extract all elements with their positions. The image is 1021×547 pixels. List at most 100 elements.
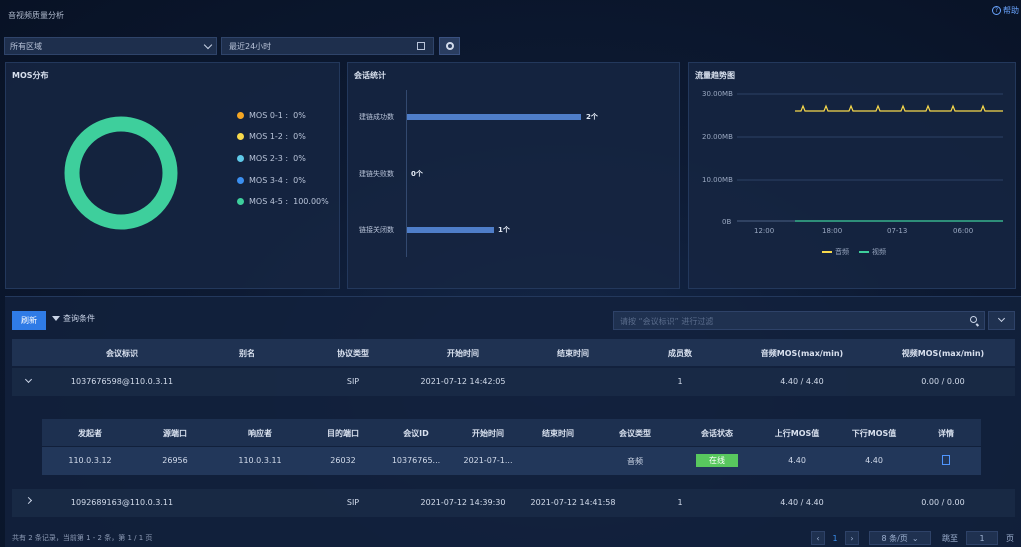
col-header: 音频MOS(max/min): [760, 349, 844, 358]
goto-page-input[interactable]: 1: [966, 531, 998, 545]
record-summary: 共有 2 条记录，当前第 1 - 2 条，第 1 / 1 页: [12, 534, 153, 542]
mos-legend-2-label: MOS 2-3 :: [249, 154, 289, 163]
traffic-line-chart: [737, 93, 1003, 222]
sub-cell-caller: 110.0.3.12: [68, 456, 112, 465]
table-header: 会议标识 别名 协议类型 开始时间 结束时间 成员数 音频MOS(max/min…: [12, 339, 1015, 366]
mos-legend-4-value: 100.00%: [293, 197, 329, 206]
legend-audio[interactable]: 音频: [822, 247, 849, 257]
mos-legend-1: MOS 1-2 : 0%: [237, 132, 306, 141]
legend-dot: [237, 198, 244, 205]
help-link[interactable]: ? 帮助: [992, 5, 1019, 16]
col-header: 结束时间: [557, 349, 589, 358]
cell-protocol: SIP: [346, 498, 360, 507]
help-label: 帮助: [1003, 6, 1019, 15]
mos-legend-1-label: MOS 1-2 :: [249, 132, 289, 141]
col-header: 视频MOS(max/min): [901, 349, 985, 358]
mos-legend-0-label: MOS 0-1 :: [249, 111, 289, 120]
legend-line-audio: [822, 251, 832, 253]
sub-col-header: 响应者: [248, 429, 272, 438]
cell-members: 1: [677, 377, 683, 386]
sub-col-header: 开始时间: [472, 429, 504, 438]
sub-cell-callee: 110.0.3.11: [238, 456, 282, 465]
sub-cell-conf-id: 10376765...: [391, 456, 441, 465]
col-header: 开始时间: [447, 349, 479, 358]
query-conditions-label: 查询条件: [63, 314, 95, 323]
chevron-down-icon: [997, 314, 1006, 323]
cell-audio-mos: 4.40 / 4.40: [780, 498, 824, 507]
prev-page-button[interactable]: ‹: [811, 531, 825, 545]
next-page-button[interactable]: ›: [845, 531, 859, 545]
refresh-button[interactable]: 刷新: [12, 311, 46, 330]
legend-dot: [237, 155, 244, 162]
mos-legend-2: MOS 2-3 : 0%: [237, 154, 306, 163]
session-value-failed: 0个: [411, 170, 423, 178]
mos-legend-3-label: MOS 3-4 :: [249, 176, 289, 185]
session-label-failed: 建链失败数: [359, 170, 394, 178]
page-title: 音视频质量分析: [8, 11, 64, 20]
cell-members: 1: [677, 498, 683, 507]
subtable-header: 发起者 源端口 响应者 目的端口 会议ID 开始时间 结束时间 会议类型 会话状…: [42, 419, 981, 446]
session-value-closed: 1个: [498, 226, 510, 234]
advanced-toggle-button[interactable]: [988, 311, 1015, 330]
chevron-down-icon: ⌄: [911, 533, 919, 543]
cell-audio-mos: 4.40 / 4.40: [780, 377, 824, 386]
mos-legend-3: MOS 3-4 : 0%: [237, 176, 306, 185]
sub-cell-start: 2021-07-1...: [463, 456, 513, 465]
cell-start: 2021-07-12 14:39:30: [420, 498, 506, 507]
sub-cell-up-mos: 4.40: [788, 456, 806, 465]
sub-col-header: 结束时间: [542, 429, 574, 438]
x-tick-label: 06:00: [953, 227, 974, 235]
legend-dot: [237, 133, 244, 140]
session-bar-closed: [407, 227, 494, 233]
mos-legend-0-value: 0%: [293, 111, 306, 120]
calendar-icon: [417, 42, 425, 50]
page-size-value: 8 条/页: [881, 533, 908, 543]
page-unit-label: 页: [1006, 533, 1014, 543]
sub-col-header: 下行MOS值: [851, 429, 897, 438]
sub-col-header: 会议ID: [403, 429, 429, 438]
query-conditions-button[interactable]: 查询条件: [52, 313, 95, 324]
sub-col-header: 目的端口: [327, 429, 359, 438]
traffic-trend-panel: 流量趋势图 30.00MB 20.00MB 10.00MB 0B 12:00 1…: [688, 62, 1016, 289]
page-size-select[interactable]: 8 条/页 ⌄: [869, 531, 931, 545]
help-icon: ?: [992, 6, 1001, 15]
search-icon[interactable]: [970, 316, 977, 323]
x-tick-label: 18:00: [822, 227, 843, 235]
mos-legend-3-value: 0%: [293, 176, 306, 185]
sub-col-header: 会议类型: [619, 429, 651, 438]
sub-cell-src-port: 26956: [162, 456, 188, 465]
cell-video-mos: 0.00 / 0.00: [921, 377, 965, 386]
table-row[interactable]: 1037676598@110.0.3.11 SIP 2021-07-12 14:…: [12, 368, 1015, 396]
sub-col-header: 发起者: [78, 429, 102, 438]
detail-icon[interactable]: [942, 455, 950, 465]
sub-col-header: 源端口: [163, 429, 187, 438]
time-range-picker[interactable]: 最近24小时: [221, 37, 434, 55]
settings-button[interactable]: [439, 37, 460, 55]
mos-legend-4: MOS 4-5 : 100.00%: [237, 197, 329, 206]
cell-video-mos: 0.00 / 0.00: [921, 498, 965, 507]
table-row[interactable]: 1092689163@110.0.3.11 SIP 2021-07-12 14:…: [12, 489, 1015, 517]
funnel-icon: [52, 316, 60, 321]
session-label-success: 建链成功数: [359, 113, 394, 121]
gear-icon: [445, 42, 454, 50]
session-panel-title: 会话统计: [354, 71, 386, 80]
legend-video-label: 视频: [872, 248, 886, 256]
legend-dot: [237, 177, 244, 184]
search-input[interactable]: 请按 “会议标识” 进行过滤: [613, 311, 985, 330]
page-number-current[interactable]: 1: [829, 531, 841, 545]
session-value-success: 2个: [586, 113, 598, 121]
sub-cell-type: 音频: [627, 457, 643, 466]
chevron-right-icon[interactable]: [24, 496, 33, 505]
chevron-down-icon[interactable]: [24, 375, 33, 384]
col-header: 会议标识: [106, 349, 138, 358]
cell-start: 2021-07-12 14:42:05: [420, 377, 506, 386]
mos-donut-ring: [64, 116, 178, 230]
region-select[interactable]: 所有区域: [4, 37, 217, 55]
session-bar-success: [407, 114, 581, 120]
legend-line-video: [859, 251, 869, 253]
x-tick-label: 07-13: [887, 227, 908, 235]
sub-cell-dst-port: 26032: [330, 456, 356, 465]
legend-video[interactable]: 视频: [859, 247, 886, 257]
col-header: 成员数: [668, 349, 692, 358]
sub-col-header: 详情: [938, 429, 954, 438]
